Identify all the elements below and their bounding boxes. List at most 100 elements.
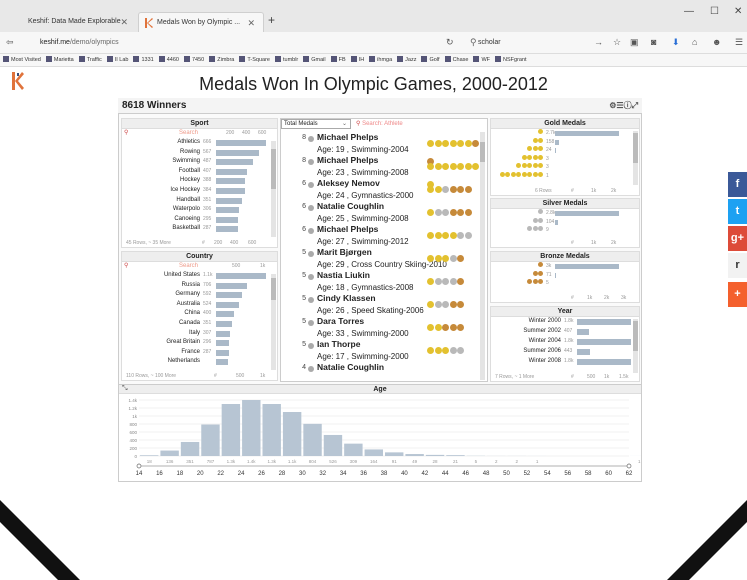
year-item[interactable]: Winter 2004 1.8k <box>491 337 639 347</box>
sort-select[interactable]: Total Medals ⌄ <box>281 119 351 129</box>
range-handle-left[interactable] <box>136 463 142 469</box>
back-icon[interactable]: ⇦ <box>6 37 14 48</box>
menu-icon[interactable]: ☰ <box>735 37 743 48</box>
country-item[interactable]: China 400 <box>122 309 277 319</box>
sport-item[interactable]: Hockey 388 <box>122 176 277 186</box>
download-icon[interactable]: ⬇ <box>672 37 680 48</box>
country-search-input[interactable]: Search <box>122 262 198 271</box>
country-item[interactable]: Germany 592 <box>122 290 277 300</box>
sport-item[interactable]: Athletics 666 <box>122 138 277 148</box>
sport-item[interactable]: Canoeing 295 <box>122 215 277 225</box>
bookmark-item[interactable]: IH <box>350 54 364 66</box>
bookmark-item[interactable]: Gmail <box>303 54 326 66</box>
age-bar[interactable] <box>446 455 465 456</box>
silver-row[interactable]: 9 <box>491 226 639 235</box>
sport-item[interactable]: Basketball 287 <box>122 224 277 234</box>
browser-search-field[interactable]: scholar <box>464 35 604 51</box>
age-bar[interactable] <box>323 434 343 456</box>
home-icon[interactable]: ⌂ <box>692 37 697 47</box>
bookmark-item[interactable]: Marietta <box>45 54 74 66</box>
maximize-button[interactable]: ☐ <box>710 6 719 17</box>
year-item[interactable]: Winter 2000 1.8k <box>491 317 639 327</box>
country-item[interactable]: Russia 706 <box>122 281 277 291</box>
info-icon[interactable]: ⓘ <box>624 101 632 110</box>
age-bar[interactable] <box>385 452 404 456</box>
range-handle-right[interactable] <box>626 463 632 469</box>
addon-icon[interactable]: ☻ <box>712 37 721 47</box>
age-bar[interactable] <box>221 404 241 456</box>
age-bar[interactable] <box>344 443 363 456</box>
close-tab-icon[interactable]: ✕ <box>247 13 255 33</box>
age-bar[interactable] <box>364 449 383 456</box>
athlete-search-input[interactable]: ⚲ Search: Athlete <box>356 120 403 127</box>
year-item[interactable]: Summer 2002 407 <box>491 327 639 337</box>
silver-row[interactable]: 104 <box>491 217 639 227</box>
tab-medals[interactable]: Medals Won by Olympic ... ✕ <box>138 12 264 32</box>
close-window-button[interactable]: ✕ <box>734 6 742 17</box>
country-item[interactable]: France 287 <box>122 348 277 358</box>
bookmark-item[interactable]: II Lab <box>106 54 128 66</box>
minimize-button[interactable]: — <box>684 6 694 17</box>
bronze-row[interactable]: 5 <box>491 279 639 288</box>
year-scrollbar[interactable] <box>633 319 638 373</box>
year-item[interactable]: Winter 2008 1.8k <box>491 357 639 367</box>
list-icon[interactable]: ☰ <box>616 101 623 110</box>
twitter-share-button[interactable]: t <box>728 199 747 224</box>
bronze-row[interactable]: 3k <box>491 262 639 271</box>
more-ribbon[interactable] <box>667 500 747 580</box>
athlete-scrollbar[interactable] <box>480 132 485 380</box>
country-item[interactable]: Canada 351 <box>122 319 277 329</box>
gold-row[interactable]: 3 <box>491 154 639 164</box>
bookmark-item[interactable]: 1331 <box>133 54 154 66</box>
sport-item[interactable]: Waterpolo 306 <box>122 205 277 215</box>
clipboard-icon[interactable]: ▣ <box>630 37 639 48</box>
reddit-share-button[interactable]: r <box>728 253 747 278</box>
bookmark-item[interactable]: Traffic <box>78 54 102 66</box>
fullscreen-icon[interactable]: ⤢ <box>632 101 638 110</box>
reload-icon[interactable]: ↻ <box>446 37 454 48</box>
sport-item[interactable]: Rowing 567 <box>122 148 277 158</box>
pocket-icon[interactable]: ◙ <box>651 37 656 47</box>
silver-row[interactable]: 2.8k <box>491 209 639 218</box>
age-bar[interactable] <box>140 455 159 456</box>
bookmark-item[interactable]: Most Visited <box>3 54 41 66</box>
bookmark-item[interactable]: Chase <box>444 54 468 66</box>
more-share-button[interactable]: + <box>728 282 747 307</box>
sport-scrollbar[interactable] <box>271 141 276 237</box>
age-bar[interactable] <box>405 454 424 456</box>
bookmark-item[interactable]: NSFgrant <box>495 54 527 66</box>
gold-row[interactable]: 24 <box>491 146 639 155</box>
open-source-ribbon[interactable] <box>0 500 80 580</box>
bookmark-item[interactable]: tumblr <box>274 54 298 66</box>
athlete-row[interactable]: 4 Natalie Coughlin <box>281 362 481 381</box>
sport-search-input[interactable]: Search <box>122 129 198 138</box>
sport-item[interactable]: Football 407 <box>122 167 277 177</box>
gold-scrollbar[interactable] <box>633 131 638 185</box>
bookmark-item[interactable]: WF <box>473 54 490 66</box>
sport-item[interactable]: Ice Hockey 384 <box>122 186 277 196</box>
country-item[interactable]: Great Britain 296 <box>122 338 277 348</box>
age-bar[interactable] <box>160 450 179 456</box>
year-item[interactable]: Summer 2006 443 <box>491 347 639 357</box>
age-bar[interactable] <box>425 454 445 456</box>
close-tab-icon[interactable]: ✕ <box>120 12 128 32</box>
bookmark-item[interactable]: 4460 <box>158 54 179 66</box>
country-item[interactable]: Italy 307 <box>122 329 277 339</box>
bookmark-item[interactable]: T-Square <box>239 54 270 66</box>
age-bar[interactable] <box>262 404 281 456</box>
bookmark-item[interactable]: ihmga <box>369 54 392 66</box>
bookmark-star-icon[interactable]: ☆ <box>613 37 621 48</box>
age-bar[interactable] <box>282 412 302 456</box>
country-item[interactable]: Netherlands <box>122 357 277 367</box>
bookmark-item[interactable]: 7450 <box>183 54 204 66</box>
country-item[interactable]: Australia 524 <box>122 300 277 310</box>
tab-keshif[interactable]: Keshif: Data Made Explorable ✕ <box>10 12 136 32</box>
country-scrollbar[interactable] <box>271 274 276 370</box>
country-item[interactable]: United States 1.1k <box>122 271 277 281</box>
expand-icon[interactable]: ⤡ <box>122 385 128 393</box>
bookmark-item[interactable]: Jazz <box>397 54 416 66</box>
bookmark-item[interactable]: FB <box>330 54 346 66</box>
sport-item[interactable]: Handball 351 <box>122 196 277 206</box>
age-bar[interactable] <box>242 400 261 456</box>
age-histogram[interactable]: 1.4k1.2k1k800600400200018 136 351 787 1.3k 1.… <box>119 394 641 482</box>
